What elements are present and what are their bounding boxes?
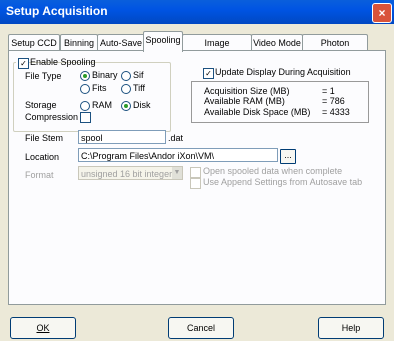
tab-spooling[interactable]: Spooling [143, 31, 183, 52]
tab-image-orientation[interactable]: Image Orientation [182, 34, 252, 64]
binary-label: Binary [92, 70, 118, 80]
cancel-label: Cancel [186, 323, 215, 333]
ok-label: OK [36, 323, 50, 333]
tab-photon-counting[interactable]: Photon Counting [302, 34, 368, 64]
fits-label: Fits [92, 83, 107, 93]
format-label: Format [25, 170, 54, 180]
disk-radio[interactable] [121, 101, 131, 111]
update-display-label: Update Display During Acquisition [215, 67, 351, 77]
ram-available-value: = 786 [322, 96, 345, 106]
enable-spooling-checkbox[interactable]: ✓ [18, 58, 29, 69]
disk-available-label: Available Disk Space (MB) [204, 107, 311, 117]
location-label: Location [25, 152, 60, 162]
title-bar: Setup Acquisition [0, 0, 394, 24]
open-spooled-label: Open spooled data when complete [203, 166, 343, 176]
file-stem-label: File Stem [25, 133, 64, 143]
compression-checkbox[interactable] [80, 112, 91, 123]
disk-available-value: = 4333 [322, 107, 350, 117]
disk-label: Disk [133, 100, 151, 110]
location-input[interactable]: C:\Program Files\Andor iXon\VM\ [78, 148, 278, 162]
tiff-radio[interactable] [121, 84, 131, 94]
tiff-label: Tiff [133, 83, 146, 93]
ram-radio[interactable] [80, 101, 90, 111]
chevron-down-icon: ▼ [172, 167, 182, 179]
format-select[interactable]: unsigned 16 bit integer [78, 166, 183, 180]
tab-binning[interactable]: Binning [60, 34, 98, 51]
file-stem-input[interactable]: spool [78, 130, 166, 144]
close-button[interactable]: × [372, 3, 392, 23]
sif-radio[interactable] [121, 71, 131, 81]
update-display-checkbox[interactable]: ✓ [203, 68, 214, 79]
compression-label: Compression [25, 112, 79, 122]
open-spooled-checkbox[interactable] [190, 167, 201, 178]
ok-button[interactable]: OK [10, 317, 76, 339]
acq-size-label: Acquisition Size (MB) [204, 86, 290, 96]
window-title: Setup Acquisition [6, 4, 108, 18]
enable-spooling-row: ✓ Enable Spooling [16, 57, 96, 69]
use-append-checkbox[interactable] [190, 178, 201, 189]
ram-label: RAM [92, 100, 112, 110]
tab-auto-save[interactable]: Auto-Save [97, 34, 145, 51]
fits-radio[interactable] [80, 84, 90, 94]
cancel-button[interactable]: Cancel [168, 317, 234, 339]
help-label: Help [341, 323, 361, 333]
help-button[interactable]: Help [318, 317, 384, 339]
tab-video-mode[interactable]: Video Mode [251, 34, 303, 51]
file-type-label: File Type [25, 71, 62, 81]
ram-available-label: Available RAM (MB) [204, 96, 285, 106]
file-ext-label: .dat [168, 133, 184, 143]
tab-setup-ccd[interactable]: Setup CCD [8, 34, 60, 51]
sif-label: Sif [133, 70, 144, 80]
browse-button[interactable]: ... [280, 149, 296, 164]
enable-spooling-label: Enable Spooling [30, 57, 96, 67]
binary-radio[interactable] [80, 71, 90, 81]
use-append-label: Use Append Settings from Autosave tab [203, 177, 363, 187]
storage-label: Storage [25, 100, 57, 110]
acq-size-value: = 1 [322, 86, 335, 96]
